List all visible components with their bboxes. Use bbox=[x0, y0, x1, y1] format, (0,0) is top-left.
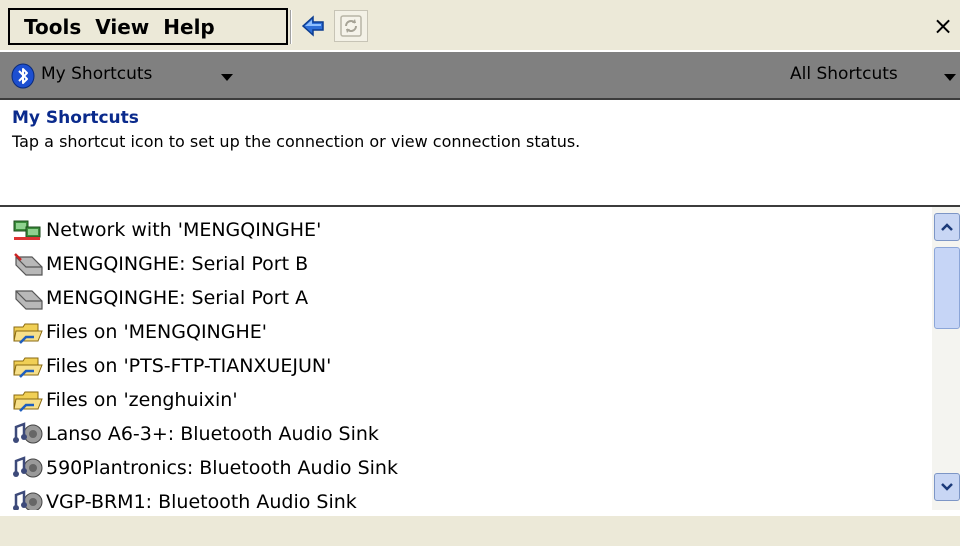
chevron-down-icon[interactable] bbox=[944, 74, 956, 81]
list-item-label: MENGQINGHE: Serial Port A bbox=[46, 287, 309, 309]
vertical-scrollbar[interactable] bbox=[932, 207, 960, 510]
list-item[interactable]: MENGQINGHE: Serial Port A bbox=[12, 281, 308, 315]
menu-bar: Tools View Help × bbox=[0, 0, 960, 50]
list-item[interactable]: Network with 'MENGQINGHE' bbox=[12, 213, 321, 247]
bluetooth-icon[interactable] bbox=[10, 63, 36, 89]
chevron-up-icon bbox=[941, 223, 953, 231]
list-item[interactable]: VGP-BRM1: Bluetooth Audio Sink bbox=[12, 485, 357, 510]
menu-view[interactable]: View bbox=[95, 15, 149, 39]
forward-refresh-icon bbox=[340, 15, 362, 37]
shared-folder-icon bbox=[13, 391, 43, 412]
my-shortcuts-dropdown[interactable]: My Shortcuts bbox=[41, 64, 152, 84]
list-item-label: 590Plantronics: Bluetooth Audio Sink bbox=[46, 457, 398, 479]
scroll-down-button[interactable] bbox=[934, 473, 960, 501]
audio-sink-icon bbox=[13, 422, 43, 444]
list-item[interactable]: MENGQINGHE: Serial Port B bbox=[12, 247, 308, 281]
list-item-label: Files on 'PTS-FTP-TIANXUEJUN' bbox=[46, 355, 332, 377]
chevron-down-icon bbox=[941, 483, 953, 491]
menu-separator bbox=[290, 10, 292, 44]
menu-group: Tools View Help bbox=[8, 8, 288, 45]
list-item-label: Files on 'MENGQINGHE' bbox=[46, 321, 268, 343]
menu-help[interactable]: Help bbox=[163, 15, 214, 39]
list-item-label: VGP-BRM1: Bluetooth Audio Sink bbox=[46, 491, 357, 510]
list-item[interactable]: Files on 'PTS-FTP-TIANXUEJUN' bbox=[12, 349, 331, 383]
shortcut-toolbar: My Shortcuts All Shortcuts bbox=[0, 52, 960, 100]
shortcut-list: Network with 'MENGQINGHE' MENGQINGHE: Se… bbox=[0, 207, 930, 510]
close-button[interactable]: × bbox=[928, 10, 958, 42]
list-item[interactable]: Files on 'zenghuixin' bbox=[12, 383, 238, 417]
list-item[interactable]: Files on 'MENGQINGHE' bbox=[12, 315, 267, 349]
menu-tools[interactable]: Tools bbox=[24, 15, 81, 39]
serial-cable-icon bbox=[14, 253, 43, 276]
audio-sink-icon bbox=[13, 490, 43, 510]
shared-folder-icon bbox=[13, 357, 43, 378]
back-arrow-icon bbox=[301, 15, 324, 37]
list-item[interactable]: 590Plantronics: Bluetooth Audio Sink bbox=[12, 451, 398, 485]
chevron-down-icon[interactable] bbox=[221, 74, 233, 81]
scroll-up-button[interactable] bbox=[934, 213, 960, 241]
scroll-thumb[interactable] bbox=[934, 247, 960, 329]
page-description: Tap a shortcut icon to set up the connec… bbox=[12, 132, 581, 151]
list-item-label: Lanso A6-3+: Bluetooth Audio Sink bbox=[46, 423, 379, 445]
list-item-label: MENGQINGHE: Serial Port B bbox=[46, 253, 309, 275]
back-button[interactable] bbox=[296, 10, 330, 42]
shared-folder-icon bbox=[13, 323, 43, 344]
list-item[interactable]: Lanso A6-3+: Bluetooth Audio Sink bbox=[12, 417, 379, 451]
network-icon bbox=[13, 220, 41, 240]
all-shortcuts-dropdown[interactable]: All Shortcuts bbox=[790, 64, 898, 84]
page-title: My Shortcuts bbox=[12, 108, 139, 128]
audio-sink-icon bbox=[13, 456, 43, 478]
serial-cable-icon bbox=[15, 290, 43, 310]
forward-button[interactable] bbox=[334, 10, 368, 42]
list-item-label: Files on 'zenghuixin' bbox=[46, 389, 238, 411]
bottom-bar bbox=[0, 516, 960, 546]
list-item-label: Network with 'MENGQINGHE' bbox=[46, 219, 322, 241]
